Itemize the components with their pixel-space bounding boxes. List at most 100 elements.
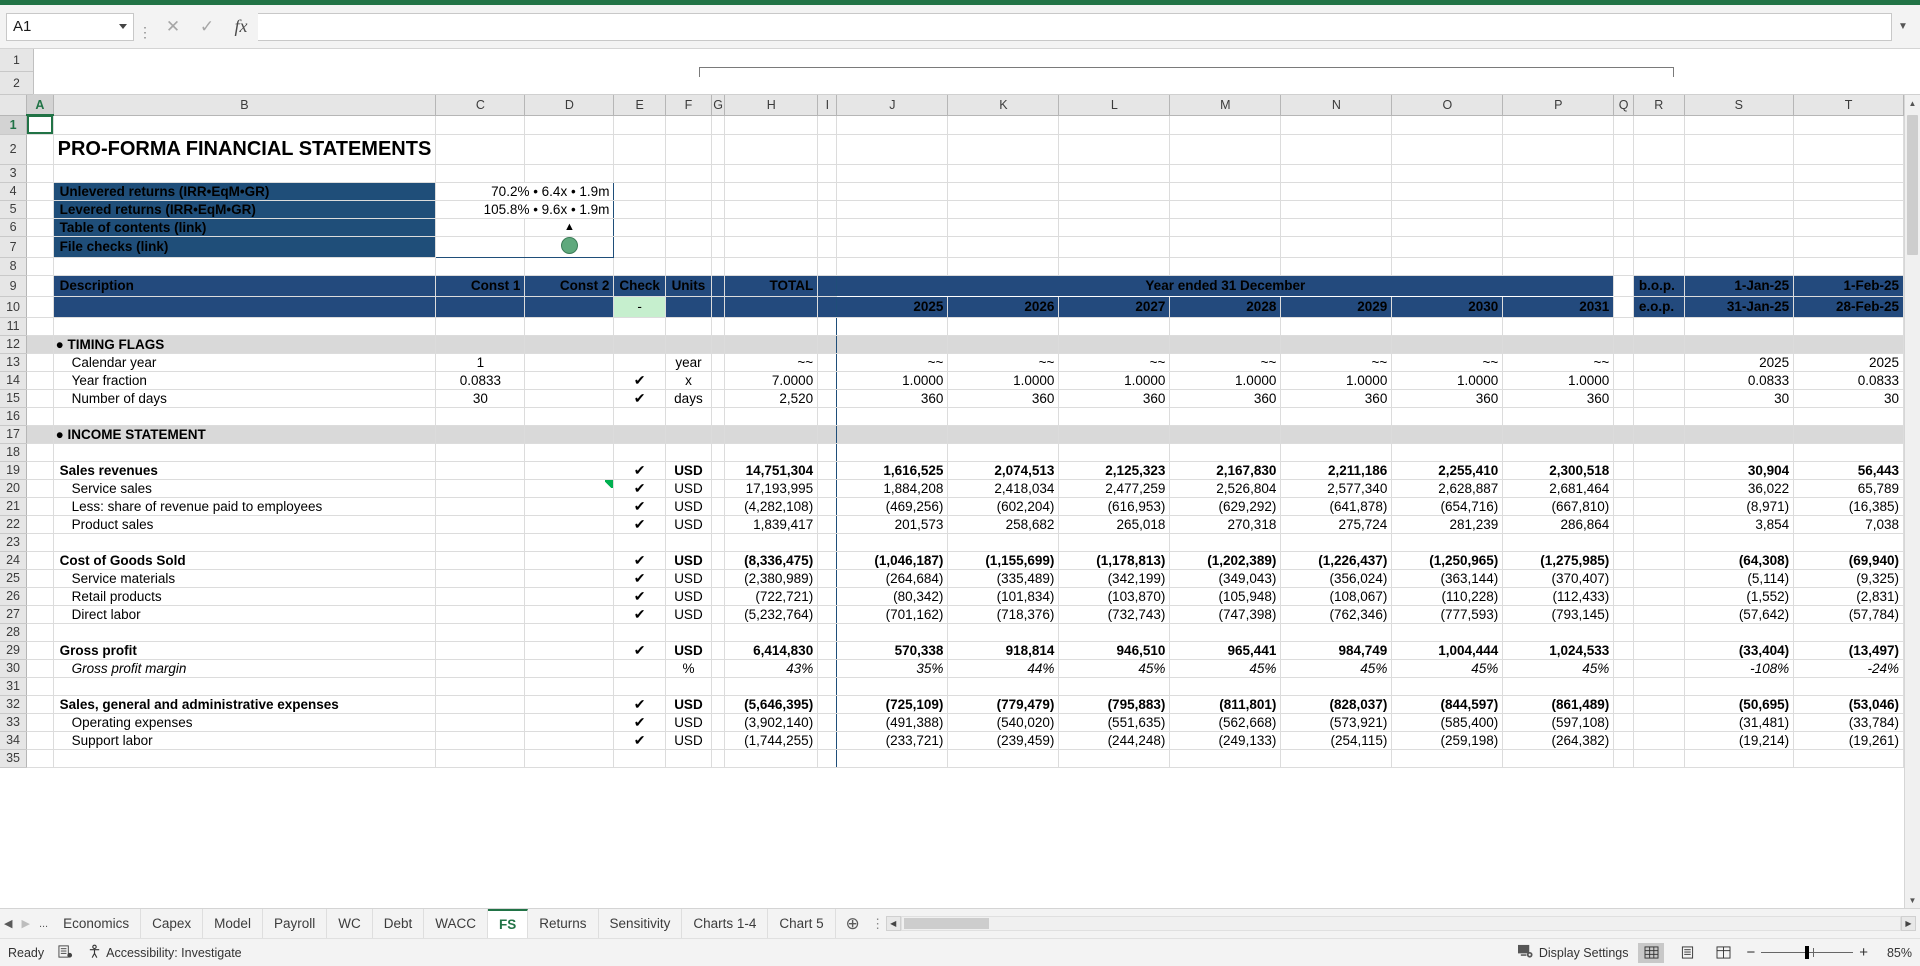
row-header-34[interactable]: 34 [0, 731, 28, 750]
empty-cell[interactable] [1169, 317, 1282, 336]
row-const2-13[interactable] [524, 353, 615, 372]
empty-cell[interactable] [1684, 407, 1795, 426]
row-header-14[interactable]: 14 [0, 371, 28, 390]
empty-cell[interactable] [53, 623, 437, 642]
empty-cell[interactable] [1169, 164, 1282, 183]
empty-cell[interactable] [711, 551, 726, 570]
empty-cell[interactable] [435, 335, 526, 354]
empty-cell[interactable] [1633, 479, 1685, 498]
empty-cell[interactable] [26, 497, 54, 516]
page-break-preview-icon[interactable] [1710, 943, 1736, 963]
row-header-3[interactable]: 3 [0, 164, 28, 183]
row-year-32-3[interactable]: (811,801) [1169, 695, 1282, 714]
empty-cell[interactable] [1633, 587, 1685, 606]
empty-cell[interactable] [1058, 443, 1171, 462]
empty-cell[interactable] [613, 533, 666, 552]
empty-cell[interactable] [1613, 425, 1634, 444]
empty-cell[interactable] [26, 236, 54, 258]
empty-cell[interactable] [947, 236, 1060, 258]
row-year-20-1[interactable]: 2,418,034 [947, 479, 1060, 498]
empty-cell[interactable] [1684, 317, 1795, 336]
row-year-14-0[interactable]: 1.0000 [836, 371, 949, 390]
empty-cell[interactable] [524, 134, 615, 165]
zoom-level-label[interactable]: 85% [1878, 946, 1912, 960]
row-total-27[interactable]: (5,232,764) [724, 605, 819, 624]
sheet-tab-model[interactable]: Model [203, 909, 263, 938]
empty-cell[interactable] [613, 257, 666, 276]
row-header-31[interactable]: 31 [0, 677, 28, 696]
column-header-f[interactable]: F [665, 95, 712, 116]
empty-cell[interactable] [1633, 605, 1685, 624]
row-header-6[interactable]: 6 [0, 218, 28, 237]
column-header-b[interactable]: B [53, 95, 437, 116]
row-year-24-1[interactable]: (1,155,699) [947, 551, 1060, 570]
zoom-thumb[interactable] [1805, 946, 1810, 959]
row-year-32-4[interactable]: (828,037) [1280, 695, 1393, 714]
empty-cell[interactable] [1684, 257, 1795, 276]
empty-cell[interactable] [26, 443, 54, 462]
row-year-29-5[interactable]: 1,004,444 [1391, 640, 1504, 660]
empty-cell[interactable] [1613, 389, 1634, 408]
row-const2-21[interactable] [524, 497, 615, 516]
column-header-h[interactable]: H [724, 95, 819, 116]
row-year-33-4[interactable]: (573,921) [1280, 713, 1393, 732]
row-const1-30[interactable] [435, 659, 526, 678]
empty-cell[interactable] [1684, 115, 1795, 135]
row-year-13-1[interactable]: ~~ [947, 353, 1060, 372]
row-year-27-4[interactable]: (762,346) [1280, 605, 1393, 624]
triangle-up-icon[interactable]: ▲ [524, 218, 615, 237]
row-header-27[interactable]: 27 [0, 605, 28, 624]
row-header-18[interactable]: 18 [0, 443, 28, 462]
empty-cell[interactable] [1280, 218, 1393, 237]
empty-cell[interactable] [26, 134, 54, 165]
empty-cell[interactable] [1613, 605, 1634, 624]
empty-cell[interactable] [665, 236, 712, 258]
empty-cell[interactable] [1793, 533, 1904, 552]
row-year-34-1[interactable]: (239,459) [947, 731, 1060, 750]
empty-cell[interactable] [1169, 236, 1282, 258]
empty-cell[interactable] [724, 236, 819, 258]
empty-cell[interactable] [1684, 200, 1795, 219]
empty-cell[interactable] [836, 257, 949, 276]
row-month-21-0[interactable]: (8,971) [1684, 497, 1795, 516]
row-year-13-4[interactable]: ~~ [1280, 353, 1393, 372]
empty-cell[interactable] [1793, 200, 1904, 219]
empty-cell[interactable] [1613, 677, 1634, 696]
row-year-15-1[interactable]: 360 [947, 389, 1060, 408]
empty-cell[interactable] [817, 335, 838, 354]
column-header-n[interactable]: N [1280, 95, 1393, 116]
row-total-21[interactable]: (4,282,108) [724, 497, 819, 516]
row-total-32[interactable]: (5,646,395) [724, 695, 819, 714]
empty-cell[interactable] [724, 443, 819, 462]
empty-cell[interactable] [1280, 623, 1393, 642]
row-year-29-6[interactable]: 1,024,533 [1502, 640, 1615, 660]
row-year-26-4[interactable]: (108,067) [1280, 587, 1393, 606]
horizontal-scrollbar[interactable]: ◀ ▶ [885, 909, 1920, 938]
empty-cell[interactable] [711, 407, 726, 426]
empty-cell[interactable] [1280, 257, 1393, 276]
column-header-j[interactable]: J [836, 95, 949, 116]
empty-cell[interactable] [724, 257, 819, 276]
empty-cell[interactable] [1502, 200, 1615, 219]
empty-cell[interactable] [665, 407, 712, 426]
empty-cell[interactable] [26, 677, 54, 696]
row-total-29[interactable]: 6,414,830 [724, 640, 819, 660]
empty-cell[interactable] [1058, 134, 1171, 165]
row-year-34-6[interactable]: (264,382) [1502, 731, 1615, 750]
row-header-2[interactable]: 2 [0, 134, 28, 165]
row-const1-19[interactable] [435, 461, 526, 480]
empty-cell[interactable] [613, 443, 666, 462]
row-year-30-6[interactable]: 45% [1502, 659, 1615, 678]
empty-cell[interactable] [711, 353, 726, 372]
empty-cell[interactable] [836, 164, 949, 183]
row-const2-30[interactable] [524, 659, 615, 678]
row-const1-29[interactable] [435, 641, 526, 660]
empty-cell[interactable] [724, 677, 819, 696]
row-total-34[interactable]: (1,744,255) [724, 731, 819, 750]
empty-cell[interactable] [1633, 749, 1685, 768]
row-year-32-1[interactable]: (779,479) [947, 695, 1060, 714]
empty-cell[interactable] [1613, 115, 1634, 135]
row-month-34-1[interactable]: (19,261) [1793, 731, 1904, 750]
empty-cell[interactable] [724, 164, 819, 183]
row-year-27-3[interactable]: (747,398) [1169, 605, 1282, 624]
